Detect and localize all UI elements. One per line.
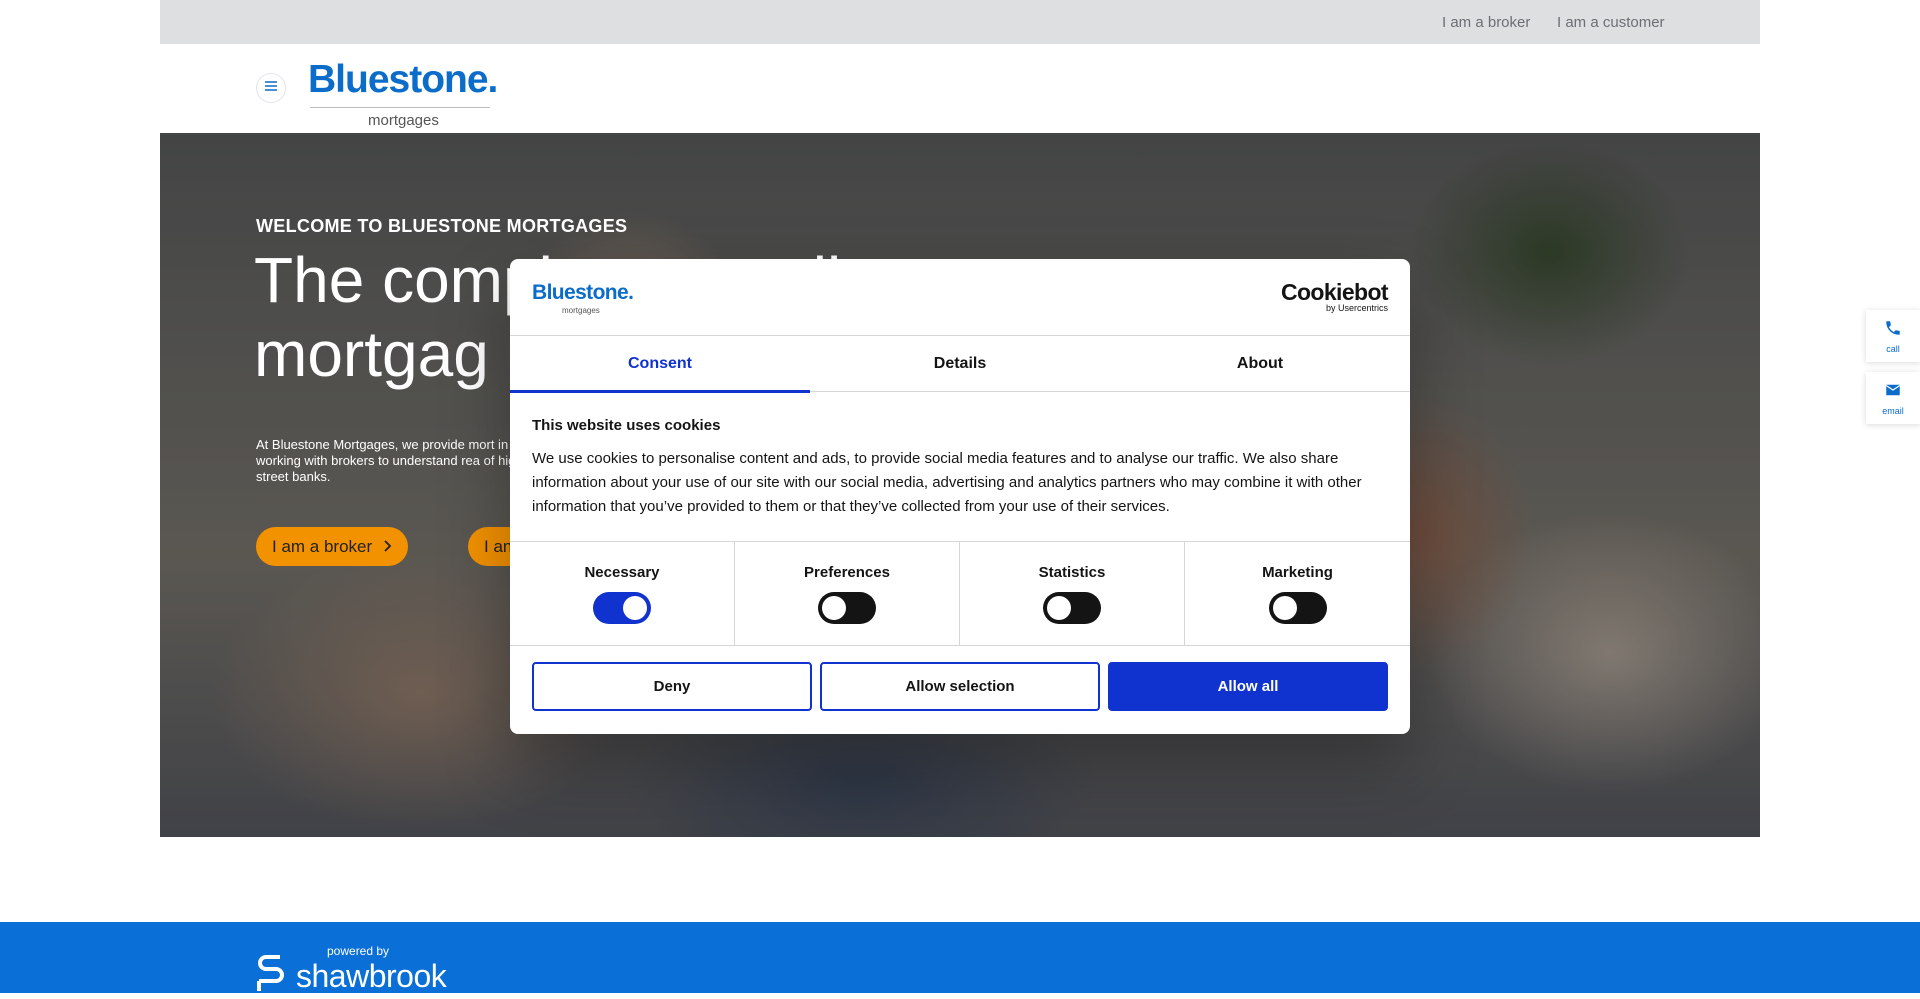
toggle-group-marketing: Marketing (1185, 542, 1410, 646)
side-email-button[interactable]: email (1866, 372, 1920, 424)
toggle-label-necessary: Necessary (584, 564, 660, 581)
toggle-label-statistics: Statistics (1038, 564, 1106, 581)
topbar-broker-link[interactable]: I am a broker (1442, 14, 1530, 31)
tab-consent[interactable]: Consent (510, 336, 810, 393)
tab-details[interactable]: Details (810, 336, 1110, 392)
allow-selection-button[interactable]: Allow selection (820, 662, 1100, 711)
toggle-group-preferences: Preferences (735, 542, 960, 646)
cookiebot-wordmark: Cookiebot (1280, 279, 1389, 305)
phone-icon (1884, 319, 1902, 342)
dialog-title: This website uses cookies (532, 417, 721, 434)
top-utility-bar: I am a broker I am a customer (160, 0, 1760, 44)
logo-subtext: mortgages (368, 112, 439, 129)
allow-all-button[interactable]: Allow all (1108, 662, 1388, 711)
topbar-customer-link[interactable]: I am a customer (1557, 14, 1665, 31)
toggle-label-preferences: Preferences (804, 564, 890, 581)
side-email-label: email (1882, 405, 1904, 416)
dialog-logo-subtext: mortgages (562, 306, 600, 315)
hamburger-icon (263, 78, 279, 99)
side-call-label: call (1886, 343, 1900, 354)
toggle-knob (1272, 596, 1297, 620)
toggle-knob (623, 596, 647, 620)
toggle-knob (1047, 596, 1071, 620)
side-call-button[interactable]: call (1866, 310, 1920, 362)
cookiebot-logo[interactable]: Cookiebot by Usercentrics (1280, 279, 1389, 314)
dialog-body: This website uses cookies We use cookies… (532, 417, 1388, 519)
bluestone-logo[interactable]: Bluestone. mortgages (308, 58, 513, 129)
logo-divider (310, 107, 490, 108)
envelope-icon (1884, 381, 1902, 404)
hero-broker-button[interactable]: I am a broker (256, 527, 409, 566)
shawbrook-wordmark: shawbrook (296, 958, 447, 994)
shawbrook-logo[interactable]: shawbrook (256, 954, 447, 999)
dialog-header: Bluestone. mortgages Cookiebot by Userce… (510, 259, 1410, 336)
hero-broker-button-label: I am a broker (272, 536, 373, 556)
marketing-toggle[interactable] (1268, 592, 1327, 624)
footer-strip: powered by shawbrook (0, 922, 1920, 994)
deny-button[interactable]: Deny (532, 662, 812, 711)
necessary-toggle[interactable] (593, 592, 651, 624)
hero-customer-button-label: I an (484, 536, 513, 556)
toggle-group-statistics: Statistics (960, 542, 1185, 646)
chevron-right-icon (382, 537, 392, 557)
statistics-toggle[interactable] (1043, 592, 1101, 624)
toggle-knob (822, 596, 846, 620)
hero-eyebrow: WELCOME TO BLUESTONE MORTGAGES (256, 216, 628, 236)
toggle-label-marketing: Marketing (1262, 564, 1333, 581)
cookie-consent-dialog: Bluestone. mortgages Cookiebot by Userce… (510, 259, 1410, 734)
cookie-category-toggles: Necessary Preferences Statistics Marketi… (510, 541, 1410, 646)
site-header: Bluestone. mortgages (160, 44, 1760, 133)
dialog-button-row: Deny Allow selection Allow all (532, 662, 1388, 711)
menu-button[interactable] (256, 73, 286, 103)
dialog-description: We use cookies to personalise content an… (532, 450, 1362, 515)
dialog-tabs: Consent Details About (510, 336, 1410, 393)
dialog-bluestone-logo: Bluestone. mortgages (532, 281, 634, 315)
tab-about[interactable]: About (1110, 336, 1410, 392)
shawbrook-mark-icon (256, 954, 286, 999)
logo-wordmark: Bluestone. (308, 58, 498, 101)
dialog-logo-wordmark: Bluestone. (532, 281, 634, 304)
toggle-group-necessary: Necessary (510, 542, 735, 646)
preferences-toggle[interactable] (818, 592, 876, 624)
